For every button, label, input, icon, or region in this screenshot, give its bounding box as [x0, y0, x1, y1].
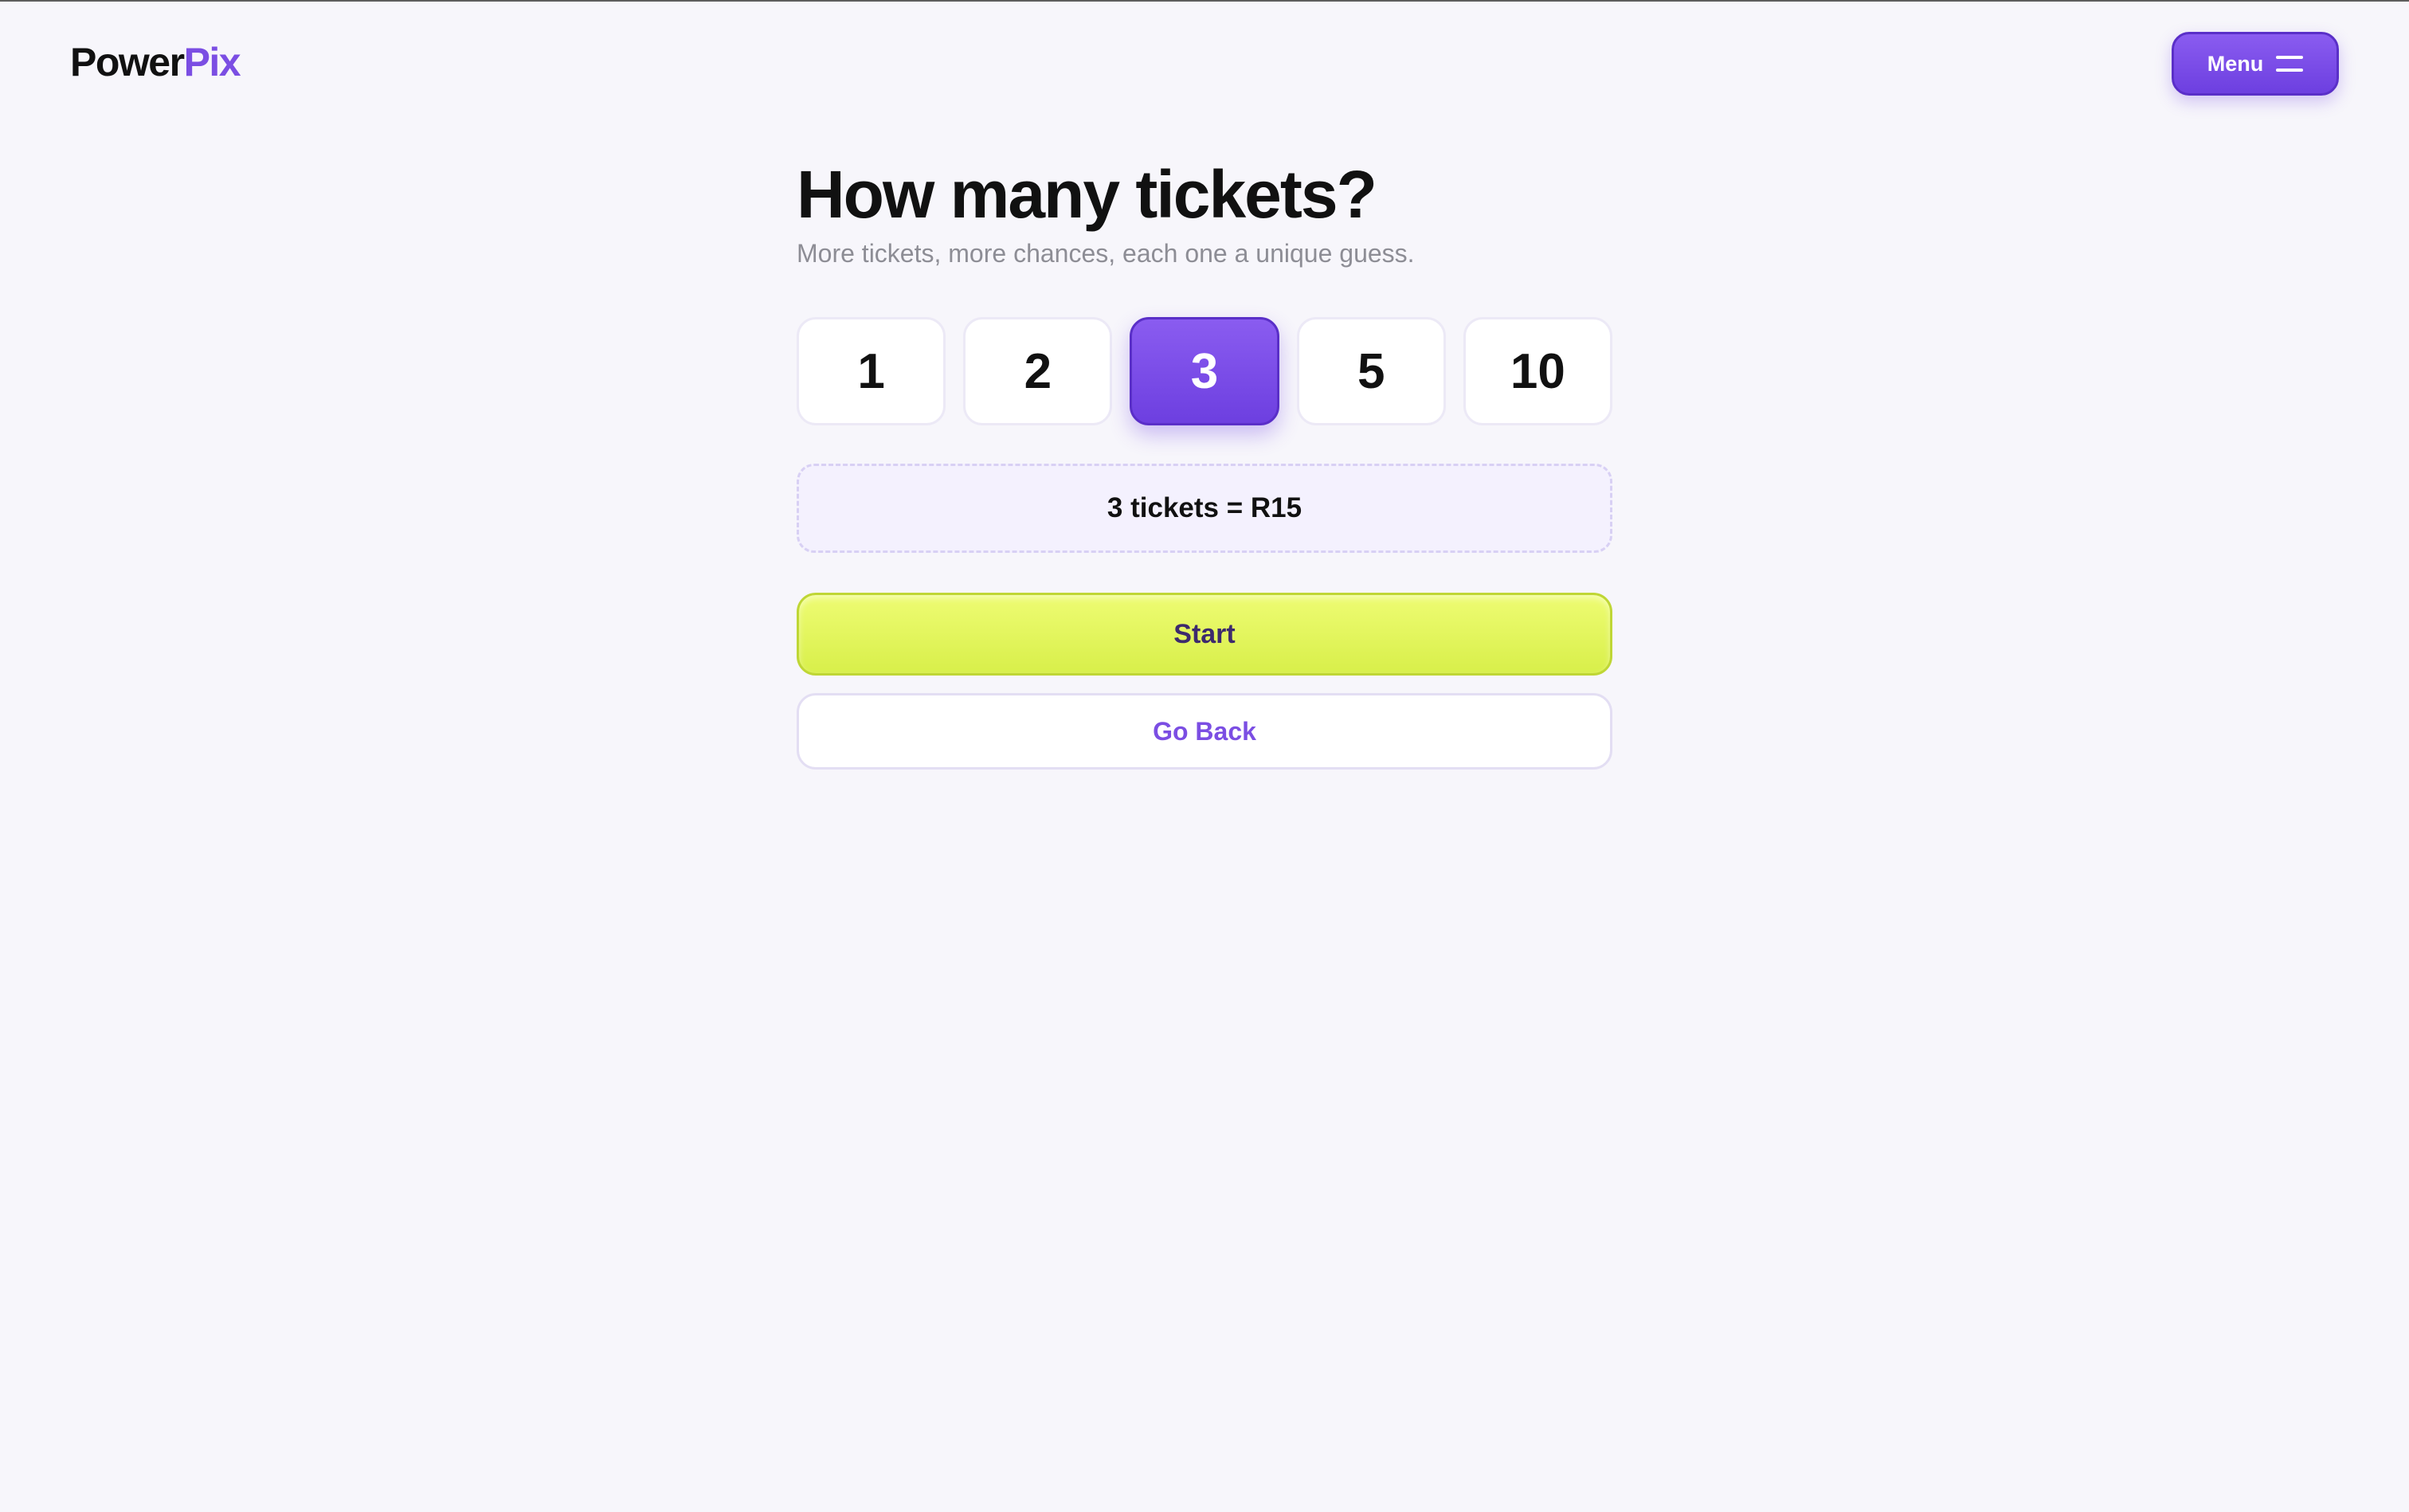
hamburger-line-bottom — [2276, 69, 2304, 72]
page: PowerPix Menu How many tickets? More tic… — [0, 0, 2409, 1512]
ticket-option-group: 1 2 3 5 10 — [797, 317, 1613, 425]
ticket-option-2[interactable]: 2 — [963, 317, 1113, 425]
ticket-price-summary: 3 tickets = R15 — [797, 464, 1612, 553]
brand-logo[interactable]: PowerPix — [70, 38, 241, 86]
go-back-button[interactable]: Go Back — [797, 693, 1612, 770]
logo-text-primary: Power — [70, 40, 185, 84]
ticket-option-3[interactable]: 3 — [1130, 317, 1279, 425]
page-title: How many tickets? — [797, 157, 1377, 232]
logo-text-accent: Pix — [183, 40, 241, 84]
hamburger-line-top — [2276, 56, 2304, 59]
ticket-option-1[interactable]: 1 — [797, 317, 946, 425]
ticket-option-5[interactable]: 5 — [1296, 317, 1446, 425]
ticket-selection-panel: How many tickets? More tickets, more cha… — [797, 155, 1613, 770]
menu-button[interactable]: Menu — [2172, 32, 2339, 96]
hamburger-icon — [2276, 56, 2304, 72]
start-button[interactable]: Start — [797, 593, 1612, 676]
ticket-option-10[interactable]: 10 — [1463, 317, 1613, 425]
page-subtitle: More tickets, more chances, each one a u… — [797, 239, 1415, 268]
menu-button-label: Menu — [2207, 51, 2264, 76]
